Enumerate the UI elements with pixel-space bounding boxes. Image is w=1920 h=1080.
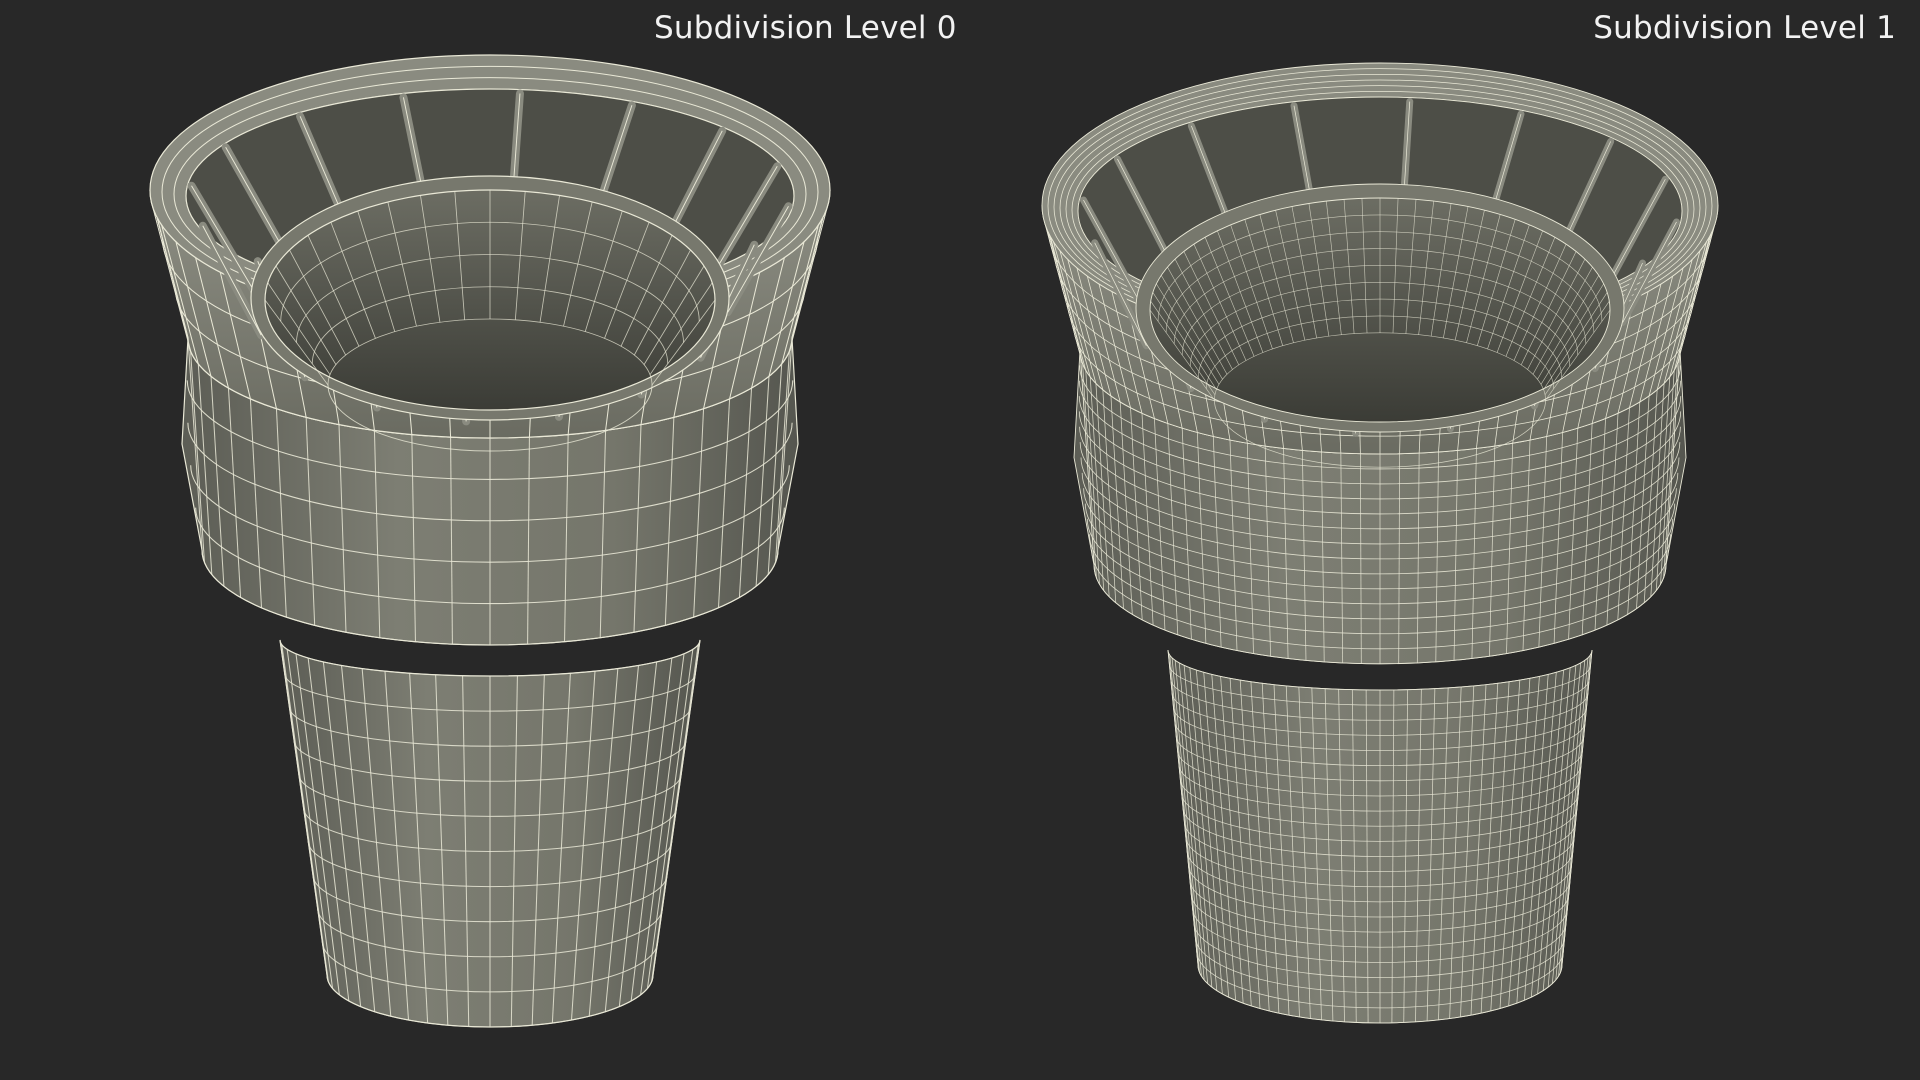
cup-model-subdivision-1 [1041,62,1719,1024]
cup-model-subdivision-0 [149,54,831,1028]
render-viewport [149,54,1719,1028]
